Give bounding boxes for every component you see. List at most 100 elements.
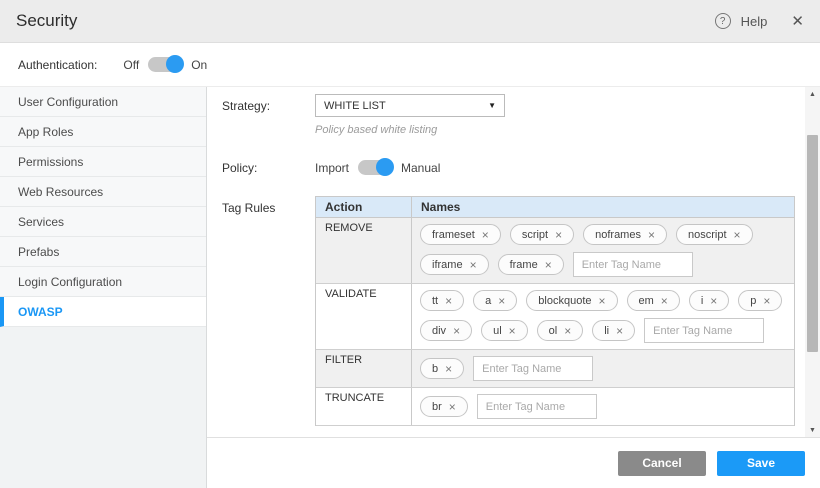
enter-tag-name-input[interactable]: [477, 394, 597, 419]
tag-chip: blockquote ×: [526, 290, 617, 311]
scroll-up-icon[interactable]: ▲: [805, 87, 820, 101]
help-link[interactable]: Help: [741, 14, 768, 29]
sidebar-item-app-roles[interactable]: App Roles: [0, 117, 206, 147]
enter-tag-name-input[interactable]: [473, 356, 593, 381]
remove-tag-icon[interactable]: ×: [545, 259, 552, 271]
tag-rule-row-remove: REMOVE frameset × script × noframes × noscript ×…: [316, 218, 794, 284]
remove-tag-icon[interactable]: ×: [498, 295, 505, 307]
remove-tag-icon[interactable]: ×: [564, 325, 571, 337]
title-bar: Security ? Help ✕: [0, 0, 820, 43]
action-cell: REMOVE: [316, 218, 412, 283]
chevron-down-icon: ▼: [488, 101, 496, 110]
tag-chip-label: frame: [510, 259, 538, 271]
tag-chip-label: noscript: [688, 229, 727, 241]
remove-tag-icon[interactable]: ×: [449, 401, 456, 413]
cancel-button[interactable]: Cancel: [618, 451, 706, 476]
remove-tag-icon[interactable]: ×: [470, 259, 477, 271]
tag-chip: br×: [420, 396, 468, 417]
tag-chip-label: em: [639, 295, 654, 307]
policy-toggle[interactable]: [358, 160, 392, 175]
remove-tag-icon[interactable]: ×: [453, 325, 460, 337]
tag-rule-row-truncate: TRUNCATE br×: [316, 388, 794, 426]
authentication-label: Authentication:: [18, 58, 97, 72]
tag-chip-label: ul: [493, 325, 502, 337]
authentication-on-label: On: [191, 58, 207, 72]
tag-chip-label: tt: [432, 295, 438, 307]
tag-rules-row: Tag Rules Action Names REMOVEframeset×sc…: [207, 196, 804, 426]
strategy-value: WHITE LIST: [324, 100, 386, 112]
column-header-action: Action: [316, 197, 412, 217]
footer: Cancel Save: [207, 437, 820, 488]
sidebar-item-services[interactable]: Services: [0, 207, 206, 237]
help-icon[interactable]: ?: [715, 13, 731, 29]
remove-tag-icon[interactable]: ×: [616, 325, 623, 337]
tag-chip: b×: [420, 358, 464, 379]
authentication-bar: Authentication: Off On: [0, 43, 820, 87]
strategy-label: Strategy:: [207, 94, 315, 117]
tag-chip: i×: [689, 290, 729, 311]
strategy-hint: Policy based white listing: [315, 124, 804, 136]
tag-chip-label: i: [701, 295, 703, 307]
scroll-down-icon[interactable]: ▼: [805, 423, 820, 437]
sidebar-item-web-resources[interactable]: Web Resources: [0, 177, 206, 207]
sidebar-item-permissions[interactable]: Permissions: [0, 147, 206, 177]
sidebar-item-owasp[interactable]: OWASP: [0, 297, 206, 327]
policy-row: Policy: Import Manual: [207, 160, 804, 175]
tag-rule-row-validate: VALIDATEtt×a×blockquote×em×i×p×div×ul×ol…: [316, 284, 794, 350]
tag-rules-label: Tag Rules: [207, 196, 315, 215]
vertical-scrollbar[interactable]: ▲ ▼: [805, 87, 820, 437]
tag-chip: a×: [473, 290, 517, 311]
sidebar-item-login-configuration[interactable]: Login Configuration: [0, 267, 206, 297]
strategy-row: Strategy: WHITE LIST ▼: [207, 94, 804, 117]
remove-tag-icon[interactable]: ×: [482, 229, 489, 241]
tag-rule-row-filter: FILTERb×: [316, 350, 794, 388]
toggle-knob: [166, 55, 184, 73]
scrollbar-thumb[interactable]: [807, 135, 818, 352]
tag-chip-label: li: [604, 325, 609, 337]
remove-tag-icon[interactable]: ×: [445, 295, 452, 307]
tag-chip-label: noframes: [595, 229, 641, 241]
tag-chip-label: a: [485, 295, 491, 307]
tag-rules-table: Action Names REMOVEframeset×script×nofra…: [315, 196, 795, 426]
tag-chip: noframes ×: [583, 224, 667, 245]
tag-chip-label: script: [522, 229, 548, 241]
toggle-knob: [376, 158, 394, 176]
strategy-select[interactable]: WHITE LIST ▼: [315, 94, 505, 117]
remove-tag-icon[interactable]: ×: [509, 325, 516, 337]
remove-tag-icon[interactable]: ×: [661, 295, 668, 307]
tag-chip: ul ×: [481, 320, 528, 341]
tag-rules-rows: REMOVE frameset × script × noframes × noscript ×…: [316, 218, 794, 426]
policy-label: Policy:: [207, 161, 315, 175]
close-icon[interactable]: ✕: [791, 12, 804, 30]
tag-chip-label: frameset: [432, 229, 475, 241]
page-title: Security: [16, 11, 77, 31]
tag-chip-label: blockquote: [538, 295, 591, 307]
sidebar-item-user-configuration[interactable]: User Configuration: [0, 87, 206, 117]
remove-tag-icon[interactable]: ×: [734, 229, 741, 241]
tag-chip: frameset ×: [420, 224, 501, 245]
tag-chip: p×: [738, 290, 782, 311]
tag-chip: script ×: [510, 224, 574, 245]
owasp-panel: Strategy: WHITE LIST ▼ Policy based whit…: [207, 87, 820, 437]
tag-chip: em ×: [627, 290, 680, 311]
remove-tag-icon[interactable]: ×: [648, 229, 655, 241]
names-cell: frameset×script×noframes×noscript×iframe…: [412, 218, 794, 283]
remove-tag-icon[interactable]: ×: [445, 363, 452, 375]
names-cell: b×: [412, 350, 794, 387]
remove-tag-icon[interactable]: ×: [763, 295, 770, 307]
remove-tag-icon[interactable]: ×: [710, 295, 717, 307]
tag-chip-label: b: [432, 363, 438, 375]
tag-chip: frame ×: [498, 254, 564, 275]
action-cell: TRUNCATE: [316, 388, 412, 425]
save-button[interactable]: Save: [717, 451, 805, 476]
security-dialog: Security ? Help ✕ Authentication: Off On…: [0, 0, 820, 488]
enter-tag-name-input[interactable]: [573, 252, 693, 277]
tag-chip: iframe×: [420, 254, 489, 275]
policy-manual-label: Manual: [401, 161, 440, 175]
remove-tag-icon[interactable]: ×: [555, 229, 562, 241]
sidebar-item-prefabs[interactable]: Prefabs: [0, 237, 206, 267]
tag-rules-header: Action Names: [316, 197, 794, 218]
authentication-toggle[interactable]: [148, 57, 182, 72]
remove-tag-icon[interactable]: ×: [599, 295, 606, 307]
enter-tag-name-input[interactable]: [644, 318, 764, 343]
